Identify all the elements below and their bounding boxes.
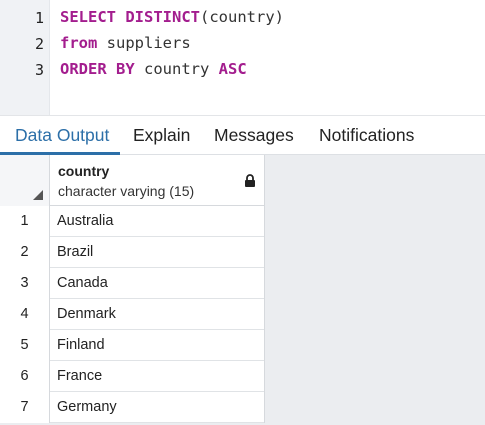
results-grid: country character varying (15) 1 Australi… xyxy=(0,155,265,423)
tab-notifications[interactable]: Notifications xyxy=(319,125,414,146)
row-number[interactable]: 3 xyxy=(0,268,50,299)
tab-messages[interactable]: Messages xyxy=(214,125,294,146)
tab-data-output[interactable]: Data Output xyxy=(15,125,109,146)
sql-text: suppliers xyxy=(97,34,191,52)
select-all-corner[interactable] xyxy=(0,155,50,206)
grid-header: country character varying (15) xyxy=(0,155,264,206)
table-cell[interactable]: Germany xyxy=(57,392,117,422)
row-number[interactable]: 1 xyxy=(0,206,50,237)
results-panel: country character varying (15) 1 Australi… xyxy=(0,155,485,425)
code-line-2[interactable]: from suppliers xyxy=(60,34,191,52)
corner-triangle-icon xyxy=(33,190,43,200)
table-cell[interactable]: Finland xyxy=(57,330,105,360)
grid-body: 1 Australia 2 Brazil 3 Canada 4 Denmark 5 Finland… xyxy=(0,206,264,423)
row-number[interactable]: 5 xyxy=(0,330,50,361)
line-number: 2 xyxy=(34,35,44,53)
result-tabs: Data Output Explain Messages Notificatio… xyxy=(0,115,485,155)
table-row[interactable]: 1 Australia xyxy=(0,206,264,237)
sql-text: (country) xyxy=(200,8,284,26)
table-cell[interactable]: France xyxy=(57,361,102,391)
sql-text: country xyxy=(134,60,219,78)
sql-keyword: ASC xyxy=(218,60,247,78)
row-number[interactable]: 4 xyxy=(0,299,50,330)
sql-editor[interactable]: 1 2 3 SELECT DISTINCT(country) from supp… xyxy=(0,0,485,115)
row-number[interactable]: 6 xyxy=(0,361,50,392)
column-name[interactable]: country xyxy=(58,163,109,179)
column-type: character varying (15) xyxy=(58,183,195,199)
sql-keyword: SELECT xyxy=(60,8,116,26)
code-line-3[interactable]: ORDER BY country ASC xyxy=(60,60,247,78)
row-number[interactable]: 7 xyxy=(0,392,50,423)
table-cell[interactable]: Canada xyxy=(57,268,108,298)
table-row[interactable]: 3 Canada xyxy=(0,268,264,299)
line-number-gutter: 1 2 3 xyxy=(0,0,50,115)
row-number[interactable]: 2 xyxy=(0,237,50,268)
line-number: 1 xyxy=(34,9,44,27)
code-line-1[interactable]: SELECT DISTINCT(country) xyxy=(60,8,284,26)
sql-keyword: from xyxy=(60,34,98,52)
lock-icon xyxy=(245,174,255,187)
table-row[interactable]: 4 Denmark xyxy=(0,299,264,330)
tab-explain[interactable]: Explain xyxy=(133,125,190,146)
table-row[interactable]: 7 Germany xyxy=(0,392,264,423)
sql-keyword: DISTINCT xyxy=(125,8,200,26)
table-row[interactable]: 6 France xyxy=(0,361,264,392)
line-number: 3 xyxy=(34,61,44,79)
table-cell[interactable]: Denmark xyxy=(57,299,116,329)
sql-keyword: ORDER BY xyxy=(60,60,135,78)
table-row[interactable]: 5 Finland xyxy=(0,330,264,361)
table-row[interactable]: 2 Brazil xyxy=(0,237,264,268)
table-cell[interactable]: Brazil xyxy=(57,237,93,267)
table-cell[interactable]: Australia xyxy=(57,206,113,236)
